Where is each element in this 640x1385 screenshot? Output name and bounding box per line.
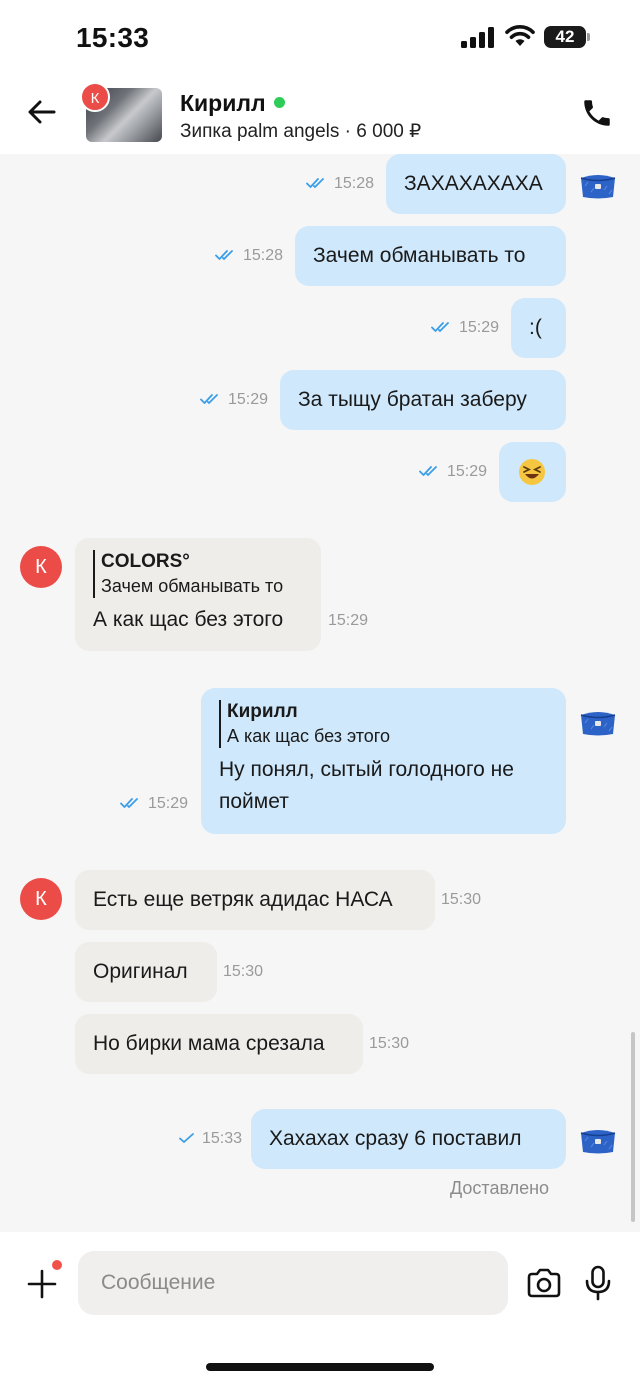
scrollbar[interactable] xyxy=(631,1032,635,1222)
message-meta: 15:28 xyxy=(306,174,374,194)
message-time: 15:29 xyxy=(148,795,189,812)
message-meta: 15:28 xyxy=(215,246,283,266)
message-bubble-incoming[interactable]: Но бирки мама срезала xyxy=(75,1014,363,1074)
message-meta: 15:33 xyxy=(178,1129,242,1149)
message-text: Оригинал xyxy=(93,960,188,983)
message-time: 15:30 xyxy=(441,891,482,908)
double-check-icon xyxy=(419,465,437,476)
double-check-icon xyxy=(200,393,218,404)
contact-name-row[interactable]: Кирилл xyxy=(180,90,285,117)
message-text: А как щас без этого xyxy=(93,608,284,631)
message-bubble-incoming[interactable]: Оригинал xyxy=(75,942,217,1002)
message-meta: 15:29 xyxy=(120,794,188,814)
message-text: Есть еще ветряк адидас НАСА xyxy=(93,888,393,911)
message-time: 15:29 xyxy=(328,612,369,629)
notification-dot xyxy=(52,1260,62,1270)
message-time: 15:29 xyxy=(228,391,269,408)
message-text: :( xyxy=(529,316,542,339)
quote-author: Кирилл xyxy=(227,701,298,722)
back-arrow-icon[interactable] xyxy=(26,96,58,128)
online-status-dot xyxy=(273,97,285,109)
message-time: 15:28 xyxy=(243,247,284,264)
double-check-icon xyxy=(215,249,233,260)
double-check-icon xyxy=(431,321,449,332)
plus-attach-icon[interactable] xyxy=(26,1268,58,1300)
message-text: За тыщу братан заберу xyxy=(298,388,527,411)
home-indicator[interactable] xyxy=(206,1363,434,1371)
message-bubble-incoming[interactable]: COLORS° Зачем обманывать то А как щас бе… xyxy=(75,538,321,651)
message-bubble-outgoing[interactable]: Зачем обманывать то xyxy=(295,226,566,286)
message-bubble-outgoing[interactable]: За тыщу братан заберу xyxy=(280,370,566,430)
message-text: Хахахах сразу 6 поставил xyxy=(269,1127,522,1150)
message-list[interactable]: 15:28 ЗАХАХАХАХА 15:28 Зачем обманывать … xyxy=(0,154,640,1232)
message-bubble-incoming[interactable]: Есть еще ветряк адидас НАСА xyxy=(75,870,435,930)
listing-title[interactable]: Зипка palm angels · 6 000 ₽ xyxy=(180,120,421,143)
message-input[interactable] xyxy=(78,1251,508,1315)
message-bubble-outgoing[interactable]: :( xyxy=(511,298,566,358)
message-meta: 15:29 xyxy=(200,390,268,410)
message-time: 15:28 xyxy=(334,175,375,192)
delivery-status: Доставлено xyxy=(450,1178,550,1198)
peer-avatar[interactable]: К xyxy=(20,878,62,920)
quote-text: А как щас без этого xyxy=(227,726,390,746)
peer-avatar[interactable]: К xyxy=(20,546,62,588)
cellular-signal-icon xyxy=(461,27,494,48)
chat-header: К Кирилл Зипка palm angels · 6 000 ₽ xyxy=(0,76,640,154)
camera-icon[interactable] xyxy=(526,1268,562,1298)
status-bar: 15:33 42 xyxy=(0,0,640,76)
contact-name: Кирилл xyxy=(180,90,266,116)
message-bubble-outgoing[interactable]: Кирилл А как щас без этого Ну понял, сыт… xyxy=(201,688,566,834)
quote-author: COLORS° xyxy=(101,551,190,572)
microphone-icon[interactable] xyxy=(584,1265,612,1301)
message-bubble-outgoing[interactable]: ЗАХАХАХАХА xyxy=(386,154,566,214)
message-time: 15:29 xyxy=(459,319,500,336)
message-time: 15:30 xyxy=(223,963,264,980)
user-avatar-bag-icon[interactable] xyxy=(578,707,618,737)
message-bubble-outgoing[interactable]: Хахахах сразу 6 поставил xyxy=(251,1109,566,1169)
reply-quote[interactable]: Кирилл А как щас без этого xyxy=(219,700,548,748)
message-text: ЗАХАХАХАХА xyxy=(404,172,543,195)
user-avatar-bag-icon[interactable] xyxy=(578,170,618,200)
message-time: 15:33 xyxy=(202,1130,243,1147)
message-time: 15:30 xyxy=(369,1035,410,1052)
message-meta: 15:29 xyxy=(419,462,487,482)
message-text: Зачем обманывать то xyxy=(313,244,526,267)
phone-call-icon[interactable] xyxy=(580,96,614,130)
double-check-icon xyxy=(306,177,324,188)
battery-icon: 42 xyxy=(544,26,590,48)
message-text-line: Ну понял, сытый голодного не xyxy=(219,758,514,781)
seller-avatar: К xyxy=(80,82,110,112)
status-time: 15:33 xyxy=(76,22,150,53)
user-avatar-bag-icon[interactable] xyxy=(578,1125,618,1155)
message-time: 15:29 xyxy=(447,463,488,480)
message-bubble-outgoing[interactable]: 😆 xyxy=(499,442,566,502)
message-text-line: поймет xyxy=(219,790,289,813)
quote-text: Зачем обманывать то xyxy=(101,576,284,596)
laughing-emoji-icon xyxy=(519,459,545,485)
message-meta: 15:29 xyxy=(431,318,499,338)
composer-bar xyxy=(0,1232,640,1385)
double-check-icon xyxy=(120,797,138,808)
single-check-icon xyxy=(179,1132,194,1143)
battery-level: 42 xyxy=(544,26,586,48)
wifi-icon xyxy=(505,25,535,46)
message-text: Но бирки мама срезала xyxy=(93,1032,325,1055)
reply-quote[interactable]: COLORS° Зачем обманывать то xyxy=(93,550,303,598)
